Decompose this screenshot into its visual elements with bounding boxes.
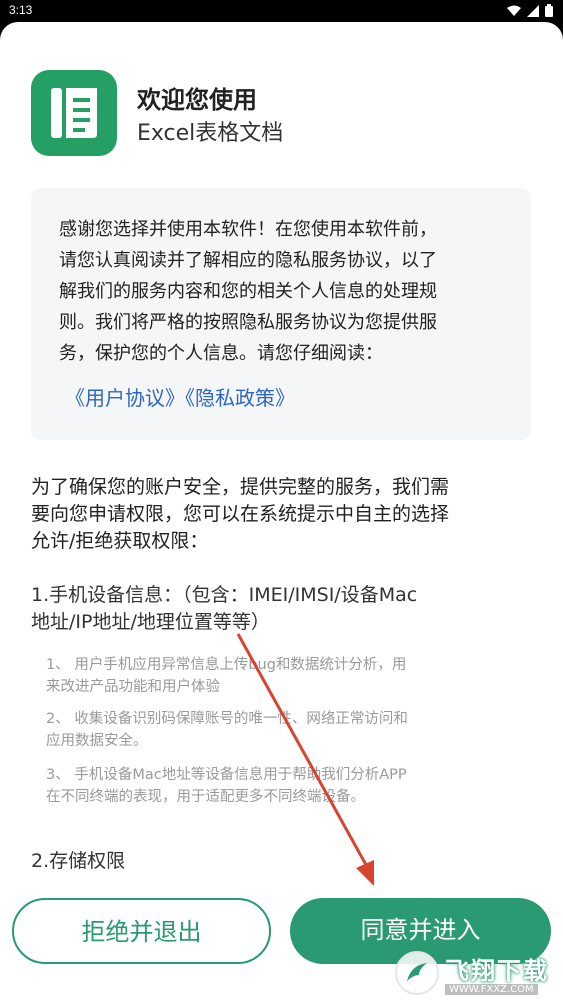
app-logo-icon [31,70,117,156]
intro-text: 感谢您选择并使用本软件！在您使用本软件前， 请您认真阅读并了解相应的隐私服务协议… [59,219,437,364]
watermark-logo-icon [395,950,439,995]
reject-button[interactable]: 拒绝并退出 [12,898,271,964]
privacy-dialog: 欢迎您使用 Excel表格文档 感谢您选择并使用本软件！在您使用本软件前， 请您… [0,22,563,1001]
watermark: 飞翔下载 WWW.FXXZ.COM [395,944,563,1001]
privacy-policy-link[interactable]: 《隐私政策》 [185,386,295,410]
device-info-item: 1、 用户手机应用异常信息上传bug和数据统计分析，用 来改进产品功能和用户体验 [46,657,407,695]
battery-icon [545,4,553,17]
app-name: Excel表格文档 [137,121,284,146]
device-info-item: 3、 手机设备Mac地址等设备信息用于帮助我们分析APP 在不同终端的表现，用于… [46,767,407,805]
watermark-brand: 飞翔下载 [445,956,549,985]
status-time: 3:13 [9,3,33,17]
device-info-title: 1.手机设备信息：（包含：IMEI/IMSI/设备Mac 地址/IP地址/地理位… [31,584,418,633]
welcome-title: 欢迎您使用 [137,86,257,114]
device-info-item: 2、 收集设备识别码保障账号的唯一性、网络正常访问和 应用数据安全。 [46,711,408,749]
status-bar: 3:13 [0,0,563,22]
permissions-intro: 为了确保您的账户安全，提供完整的服务，我们需 要向您申请权限，您可以在系统提示中… [31,476,450,552]
cellular-icon [527,4,539,17]
watermark-url: WWW.FXXZ.COM [445,983,538,995]
user-agreement-link[interactable]: 《用户协议》 [65,386,185,410]
intro-box: 感谢您选择并使用本软件！在您使用本软件前， 请您认真阅读并了解相应的隐私服务协议… [31,188,531,440]
agreement-links: 《用户协议》《隐私政策》 [65,382,295,411]
wifi-icon [507,5,521,16]
storage-permission-title: 2.存储权限 [31,850,126,872]
watermark-text: 飞翔下载 WWW.FXXZ.COM [445,951,549,995]
status-icons [507,4,553,17]
